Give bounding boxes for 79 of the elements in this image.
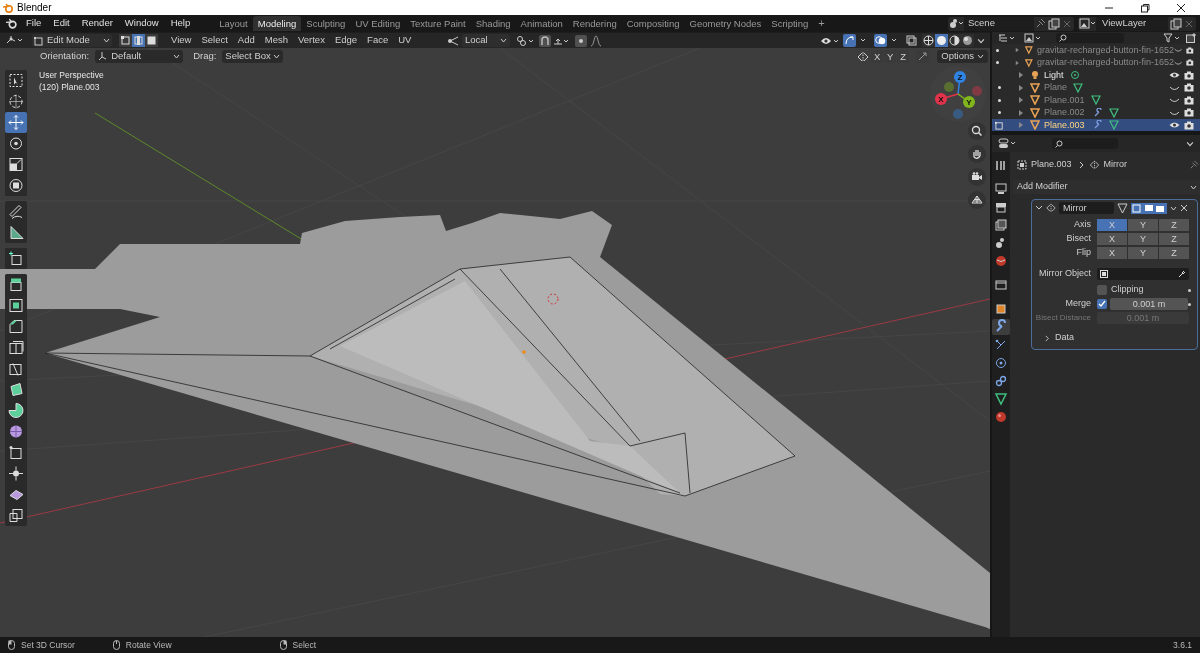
axis-toggle[interactable]: Z bbox=[1159, 233, 1189, 245]
modifier-name-field[interactable]: Mirror bbox=[1059, 202, 1114, 214]
status-hint: Set 3D Cursor bbox=[21, 638, 75, 652]
object-name: gravitar-recharged-button-fin-1652 bbox=[1036, 44, 1174, 57]
menu-item[interactable]: Add bbox=[232, 33, 260, 48]
outliner-row[interactable]: Plane.002 bbox=[992, 106, 1200, 119]
workspace-tab[interactable]: UV Editing bbox=[350, 16, 406, 31]
menu-item[interactable]: Face bbox=[362, 33, 394, 48]
object-name: Plane.002 bbox=[1044, 106, 1085, 119]
subpanel-title: Data bbox=[1055, 331, 1074, 345]
workspace-tab[interactable]: Sculpting bbox=[301, 16, 351, 31]
workspace-tab[interactable]: Rendering bbox=[567, 16, 622, 31]
object-info: (120) Plane.003 bbox=[39, 81, 100, 94]
orientation-label: Orientation: bbox=[40, 49, 90, 63]
breadcrumb-modifier: Mirror bbox=[1103, 158, 1128, 172]
workspace-tab[interactable]: Modeling bbox=[252, 16, 302, 31]
workspace-tab[interactable]: Shading bbox=[470, 16, 516, 31]
field-label: Flip bbox=[1075, 246, 1092, 260]
axis-toggle[interactable]: Z bbox=[1159, 247, 1189, 259]
breadcrumb-object: Plane.003 bbox=[1031, 158, 1072, 172]
menu-item[interactable]: Select bbox=[196, 33, 233, 48]
data-subpanel-header[interactable]: Data bbox=[1044, 331, 1197, 345]
navigation-gizmo[interactable]: Z X Y bbox=[928, 63, 988, 125]
scene-field[interactable]: Scene bbox=[964, 16, 1034, 31]
clipping-label: Clipping bbox=[1111, 283, 1144, 297]
add-modifier-dropdown[interactable]: Add Modifier bbox=[1013, 180, 1200, 194]
axis-toggle[interactable]: X bbox=[1097, 247, 1127, 259]
axis-label: Y bbox=[966, 98, 972, 107]
object-name: Plane.003 bbox=[1044, 118, 1085, 131]
object-name: Plane bbox=[1044, 81, 1068, 94]
menu-item[interactable]: UV bbox=[393, 33, 417, 48]
drag-label: Drag: bbox=[193, 49, 217, 63]
options-dropdown[interactable]: Options bbox=[937, 50, 988, 63]
outliner-row[interactable]: Plane bbox=[992, 81, 1200, 94]
axis-label: Z bbox=[957, 73, 963, 82]
workspace-tab[interactable]: Scripting bbox=[766, 16, 814, 31]
view-name: User Perspective bbox=[39, 69, 104, 82]
field-label: Merge bbox=[1064, 297, 1092, 311]
outliner-row[interactable]: Plane.003 bbox=[992, 119, 1200, 131]
menu-item[interactable]: Edit bbox=[47, 16, 76, 31]
object-name: Plane.001 bbox=[1044, 93, 1085, 107]
axis-toggle[interactable]: Y bbox=[1128, 247, 1158, 259]
workspace-tab[interactable]: Geometry Nodes bbox=[684, 16, 767, 31]
field-label: Bisect bbox=[1065, 232, 1092, 246]
menu-item[interactable]: Render bbox=[75, 16, 119, 31]
menu-item[interactable]: Mesh bbox=[259, 33, 293, 48]
status-hint: Select bbox=[292, 638, 317, 652]
window-title: Blender bbox=[17, 1, 52, 15]
view-layer-field[interactable]: ViewLayer bbox=[1096, 16, 1168, 31]
axis-toggle[interactable]: Y bbox=[1128, 233, 1158, 245]
workspace-tab[interactable]: Layout bbox=[214, 16, 253, 31]
menu-item[interactable]: View bbox=[166, 33, 197, 48]
menu-item[interactable]: Edge bbox=[329, 33, 363, 48]
pivot-dropdown[interactable]: Local bbox=[462, 34, 510, 47]
workspace-tab[interactable]: Animation bbox=[515, 16, 568, 31]
mode-dropdown[interactable]: Edit Mode bbox=[32, 34, 112, 47]
field-label: Mirror Object bbox=[1038, 267, 1092, 281]
axis-toggle[interactable]: Y bbox=[1128, 219, 1158, 231]
field-label: Axis bbox=[1073, 218, 1092, 232]
axis-toggle[interactable]: Z bbox=[1159, 219, 1189, 231]
axis-label: X bbox=[938, 95, 944, 104]
object-name: gravitar-recharged-button-fin-1652 bbox=[1036, 56, 1174, 69]
workspace-tab[interactable]: Compositing bbox=[621, 16, 685, 31]
menu-item[interactable]: Vertex bbox=[292, 33, 330, 48]
menu-item[interactable]: File bbox=[20, 16, 48, 31]
status-hint: Rotate View bbox=[125, 638, 172, 652]
merge-distance-field[interactable]: 0.001 m bbox=[1110, 298, 1188, 310]
outliner-row[interactable]: Light bbox=[992, 69, 1200, 82]
outliner-row[interactable]: gravitar-recharged-button-fin-1652 bbox=[992, 56, 1200, 69]
menu-item[interactable]: Window bbox=[118, 16, 165, 31]
outliner-row[interactable]: gravitar-recharged-button-fin-1652 bbox=[992, 44, 1200, 57]
menu-item[interactable]: Help bbox=[164, 16, 197, 31]
add-workspace-button[interactable]: + bbox=[813, 15, 830, 32]
object-name: Light bbox=[1044, 68, 1064, 82]
version-label: 3.6.1 bbox=[1173, 638, 1192, 652]
outliner-row[interactable]: Plane.001 bbox=[992, 94, 1200, 107]
axis-toggle[interactable]: X bbox=[1097, 233, 1127, 245]
workspace-tab[interactable]: Texture Paint bbox=[405, 16, 471, 31]
field-label: Bisect Distance bbox=[1034, 312, 1092, 324]
